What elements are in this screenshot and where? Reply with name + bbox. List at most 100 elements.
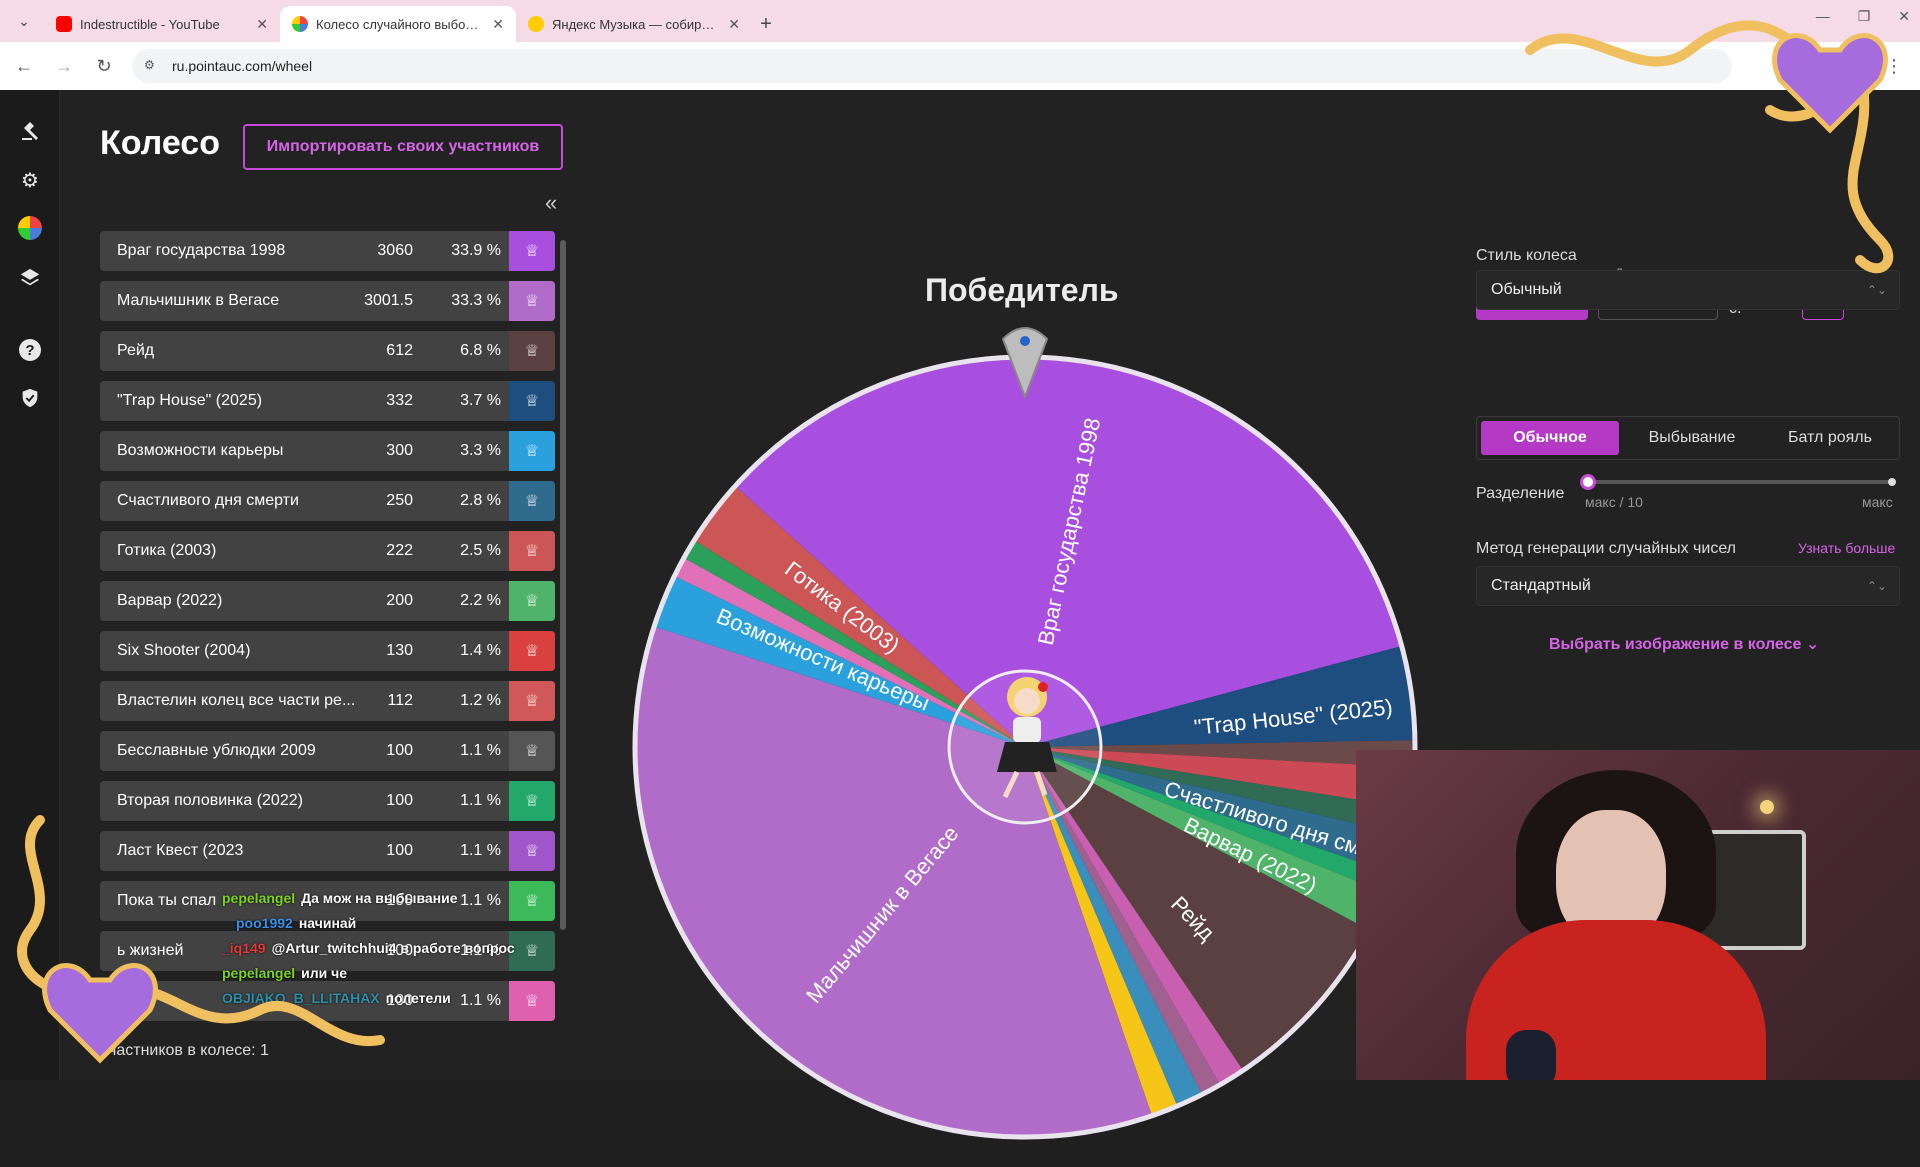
tab-close-icon[interactable]: ✕ [256,16,268,33]
lot-amount: 100 [386,792,413,809]
lot-row[interactable]: Враг государства 1998 3060 33.9 % ♕ [100,231,555,271]
lot-row[interactable]: "Trap House" (2025) 332 3.7 % ♕ [100,381,555,421]
wheel-pointer-dot [1020,336,1030,346]
url-field[interactable]: ⚙ ru.pointauc.com/wheel [132,49,1732,83]
heart-ribbon-decoration-icon [17,815,385,1064]
lots-scrollbar[interactable] [560,240,566,930]
import-participants-button[interactable]: Импортировать своих участников [243,124,563,170]
split-max-label: макс [1862,494,1893,510]
trophy-icon[interactable]: ♕ [509,281,555,321]
lot-row[interactable]: Варвар (2022) 200 2.2 % ♕ [100,581,555,621]
wheel-style-value: Обычный [1491,281,1562,298]
lot-name: Варвар (2022) [117,592,223,609]
site-info-icon[interactable]: ⚙ [144,58,160,74]
lot-name: Рейд [117,342,155,359]
split-label: Разделение [1476,485,1565,502]
lot-percent: 6.8 % [460,342,501,359]
lot-row[interactable]: Six Shooter (2004) 130 1.4 % ♕ [100,631,555,671]
pick-image-button[interactable]: Выбрать изображение в колесе ⌄ [1549,634,1819,654]
yandex-music-favicon-icon [528,16,544,32]
settings-gear-icon[interactable]: ⚙ [16,166,44,194]
lot-row[interactable]: Бесславные ублюдки 2009 100 1.1 % ♕ [100,731,555,771]
mode-elimination[interactable]: Выбывание [1623,417,1761,459]
auction-gavel-icon[interactable] [16,116,44,144]
rng-select[interactable]: Стандартный ⌃⌄ [1476,566,1900,606]
lot-amount: 112 [387,692,413,709]
lot-name: Вторая половинка (2022) [117,792,303,809]
trophy-icon[interactable]: ♕ [509,781,555,821]
lot-row[interactable]: Готика (2003) 222 2.5 % ♕ [100,531,555,571]
tab-title: Яндекс Музыка — собираем м [552,16,721,32]
new-tab-button[interactable]: + [752,10,780,38]
help-icon[interactable]: ? [16,336,44,364]
lot-row[interactable]: Счастливого дня смерти 250 2.8 % ♕ [100,481,555,521]
wheel[interactable]: Враг государства 1998"Trap House" (2025)… [625,327,1425,1167]
lot-name: "Trap House" (2025) [117,392,263,409]
split-min-label: макс / 10 [1585,494,1643,510]
youtube-favicon-icon [56,16,72,32]
trophy-icon[interactable]: ♕ [509,581,555,621]
tab-yandex-music[interactable]: Яндекс Музыка — собираем м ✕ [516,6,752,42]
split-slider-track[interactable] [1588,480,1894,484]
lot-name: Six Shooter (2004) [117,642,251,659]
lot-name: Счастливого дня смерти [117,492,299,509]
rng-label: Метод генерации случайных чисел [1476,540,1737,557]
trophy-icon[interactable]: ♕ [509,231,555,271]
trophy-icon[interactable]: ♕ [509,681,555,721]
lot-name: Готика (2003) [117,542,217,559]
lot-name: Мальчишник в Вегасе [117,292,280,309]
lot-percent: 2.8 % [460,492,501,509]
tab-title: Колесо случайного выбора - [316,16,485,32]
mode-battle-royale[interactable]: Батл рояль [1761,417,1899,459]
page-title: Колесо [100,124,220,162]
lot-percent: 1.1 % [460,842,501,859]
lot-name: Властелин колец все части ре... [117,692,356,709]
mode-normal[interactable]: Обычное [1481,421,1619,455]
lot-row[interactable]: Властелин колец все части ре... 112 1.2 % ♕ [100,681,555,721]
lot-amount: 3060 [377,242,413,259]
lot-row[interactable]: Рейд 612 6.8 % ♕ [100,331,555,371]
split-slider-thumb[interactable] [1580,474,1596,490]
lot-percent: 3.7 % [460,392,501,409]
learn-more-link[interactable]: Узнать больше [1798,540,1895,556]
tab-wheel[interactable]: Колесо случайного выбора - ✕ [280,6,516,42]
webcam-lamp [1760,800,1774,814]
url-text: ru.pointauc.com/wheel [172,58,313,74]
trophy-icon[interactable]: ♕ [509,431,555,471]
trophy-icon[interactable]: ♕ [509,481,555,521]
lot-row[interactable]: Возможности карьеры 300 3.3 % ♕ [100,431,555,471]
trophy-icon[interactable]: ♕ [509,981,555,1021]
mode-switch: Обычное Выбывание Батл рояль [1476,416,1900,460]
lot-percent: 1.1 % [460,792,501,809]
webcam-microphone [1506,1030,1556,1080]
wheel-nav-icon[interactable] [16,214,44,242]
lot-amount: 200 [386,592,413,609]
lot-percent: 33.3 % [451,292,501,309]
trophy-icon[interactable]: ♕ [509,931,555,971]
lot-percent: 1.2 % [460,692,501,709]
wheel-favicon-icon [292,16,308,32]
tab-close-icon[interactable]: ✕ [492,16,504,33]
shield-icon[interactable] [16,384,44,412]
winner-title: Победитель [925,272,1119,308]
trophy-icon[interactable]: ♕ [509,531,555,571]
tab-close-icon[interactable]: ✕ [728,16,740,33]
lot-amount: 332 [386,392,413,409]
lot-row[interactable]: Мальчишник в Вегасе 3001.5 33.3 % ♕ [100,281,555,321]
collapse-panel-icon[interactable]: « [545,190,557,216]
reload-icon[interactable]: ↻ [92,54,116,78]
forward-icon[interactable]: → [52,54,76,78]
back-icon[interactable]: ← [12,54,36,78]
trophy-icon[interactable]: ♕ [509,831,555,871]
trophy-icon[interactable]: ♕ [509,881,555,921]
lot-percent: 1.1 % [460,992,501,1009]
trophy-icon[interactable]: ♕ [509,631,555,671]
lot-amount: 100 [386,742,413,759]
layers-icon[interactable] [16,264,44,292]
chevron-down-icon: ⌄ [1805,636,1820,653]
trophy-icon[interactable]: ♕ [509,381,555,421]
trophy-icon[interactable]: ♕ [509,331,555,371]
tab-search-icon[interactable]: ⌄ [12,9,36,33]
tab-youtube[interactable]: Indestructible - YouTube ✕ [44,6,280,42]
trophy-icon[interactable]: ♕ [509,731,555,771]
